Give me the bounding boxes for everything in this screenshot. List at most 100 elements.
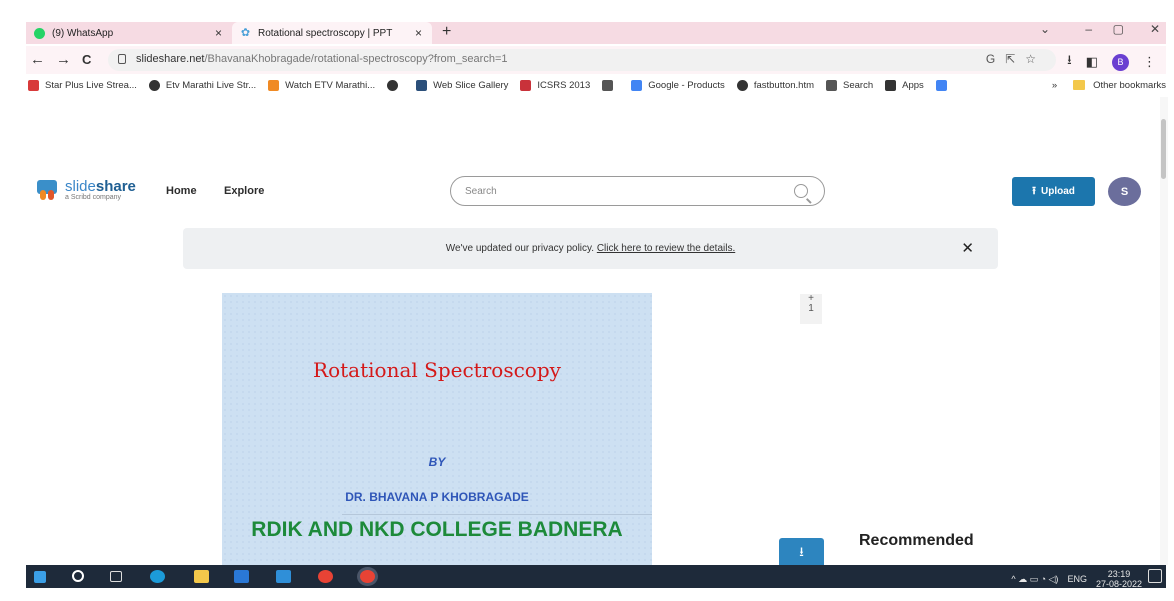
- file-explorer-icon[interactable]: [194, 570, 209, 583]
- bookmarks-bar: Star Plus Live Strea... Etv Marathi Live …: [26, 75, 1166, 95]
- logo-subtitle: a Scribd company: [65, 194, 122, 201]
- user-avatar[interactable]: S: [1108, 177, 1141, 206]
- bookmark-item[interactable]: Apps: [885, 79, 924, 91]
- task-view-icon[interactable]: [110, 571, 122, 582]
- share-icon[interactable]: ⇱: [1005, 52, 1025, 66]
- chrome-profile-icon[interactable]: [360, 570, 375, 583]
- close-banner-button[interactable]: ✕: [961, 239, 974, 257]
- bookmark-favicon-icon: [631, 79, 643, 91]
- bookmark-item[interactable]: Google - Products: [631, 79, 725, 91]
- bookmark-label: Web Slice Gallery: [433, 79, 509, 91]
- url-text: slideshare.net/BhavanaKhobragade/rotatio…: [136, 53, 508, 65]
- back-button[interactable]: ←: [30, 51, 45, 68]
- recommended-heading: Recommended: [859, 532, 974, 549]
- mail-icon[interactable]: [276, 570, 291, 583]
- nav-explore-link[interactable]: Explore: [224, 185, 264, 197]
- new-tab-button[interactable]: +: [442, 23, 451, 41]
- tab-search-chevron-icon[interactable]: ⌄: [1040, 22, 1050, 36]
- folder-icon: [1073, 80, 1086, 90]
- page-indicator[interactable]: + 1: [800, 294, 822, 324]
- upload-label: Upload: [1040, 186, 1075, 197]
- bookmark-favicon-icon: [416, 79, 428, 91]
- bookmark-item[interactable]: Star Plus Live Strea...: [28, 79, 137, 91]
- tray-icons[interactable]: ^ ☁ ▭ ◔ ◁): [1011, 574, 1058, 585]
- page-number: 1: [808, 303, 814, 314]
- tab-rotational-spectroscopy[interactable]: ✿ Rotational spectroscopy | PPT ×: [232, 22, 432, 44]
- search-input[interactable]: [465, 184, 765, 199]
- bookmark-label: Watch ETV Marathi...: [285, 79, 376, 91]
- slideshare-logo[interactable]: slideshare a Scribd company: [36, 178, 136, 202]
- tab-close-button[interactable]: ×: [415, 26, 422, 40]
- system-tray: ^ ☁ ▭ ◔ ◁) ENG 23:19 27-08-2022: [1011, 569, 1142, 589]
- bookmark-item[interactable]: [602, 79, 619, 91]
- bookmark-item[interactable]: Search: [826, 79, 873, 91]
- tab-label: Rotational spectroscopy | PPT: [258, 27, 393, 39]
- download-icon: ⭳: [799, 544, 804, 559]
- language-indicator[interactable]: ENG: [1067, 574, 1087, 584]
- nav-home-link[interactable]: Home: [166, 185, 197, 197]
- bookmarks-right: » Other bookmarks: [1052, 75, 1166, 95]
- bookmark-item[interactable]: ICSRS 2013: [520, 79, 591, 91]
- privacy-review-link[interactable]: Click here to review the details.: [597, 243, 735, 254]
- bookmark-item[interactable]: [387, 79, 404, 91]
- bookmarks-overflow-icon[interactable]: »: [1052, 80, 1057, 91]
- bookmark-list: Star Plus Live Strea... Etv Marathi Live …: [26, 79, 965, 91]
- bookmark-label: Star Plus Live Strea...: [45, 79, 137, 91]
- store-icon[interactable]: [234, 570, 249, 583]
- upload-button[interactable]: ⭱ Upload: [1012, 177, 1095, 206]
- clock[interactable]: 23:19 27-08-2022: [1096, 569, 1142, 589]
- bookmark-label: Etv Marathi Live Str...: [165, 79, 257, 91]
- bookmark-favicon-icon: [28, 79, 39, 91]
- whatsapp-icon: [34, 27, 45, 39]
- downloads-icon[interactable]: ⭳: [1067, 51, 1072, 73]
- toolbar-right: ⭳ ◧ B ⋮: [1067, 51, 1156, 73]
- restore-button[interactable]: ▢: [1113, 22, 1124, 36]
- close-window-button[interactable]: ✕: [1150, 22, 1160, 36]
- menu-kebab-icon[interactable]: ⋮: [1143, 54, 1156, 70]
- bookmark-label: ICSRS 2013: [537, 79, 591, 91]
- page-scrollbar[interactable]: [1160, 97, 1168, 565]
- other-bookmarks[interactable]: Other bookmarks: [1093, 80, 1166, 91]
- minimize-button[interactable]: –: [1085, 22, 1092, 36]
- profile-avatar[interactable]: B: [1112, 53, 1129, 71]
- omnibox-actions: G⇱☆: [986, 52, 1046, 66]
- bookmark-item[interactable]: fastbutton.htm: [736, 79, 815, 91]
- edge-icon[interactable]: [150, 570, 165, 583]
- url-host: slideshare.net: [136, 53, 205, 65]
- tab-whatsapp[interactable]: (9) WhatsApp ×: [26, 22, 232, 44]
- slide-divider: [342, 514, 652, 515]
- bookmark-favicon-icon: [885, 79, 897, 91]
- google-icon[interactable]: G: [986, 52, 1005, 66]
- forward-button[interactable]: →: [56, 51, 71, 68]
- privacy-message: We've updated our privacy policy. Click …: [445, 243, 736, 254]
- upload-icon: ⭱: [1032, 185, 1036, 197]
- bookmark-favicon-icon: [935, 79, 947, 91]
- bookmark-favicon-icon: [736, 79, 748, 91]
- notification-icon[interactable]: [1148, 569, 1162, 583]
- bookmark-item[interactable]: Web Slice Gallery: [416, 79, 509, 91]
- bookmark-item[interactable]: Etv Marathi Live Str...: [148, 79, 257, 91]
- download-button[interactable]: ⭳: [779, 538, 824, 566]
- slide-viewer[interactable]: Rotational Spectroscopy BY DR. BHAVANA P…: [222, 293, 652, 565]
- address-bar[interactable]: slideshare.net/BhavanaKhobragade/rotatio…: [108, 49, 1056, 71]
- bookmark-favicon-icon: [268, 79, 280, 91]
- bookmark-star-icon[interactable]: ☆: [1025, 52, 1046, 66]
- browser-toolbar: ← → C slideshare.net/BhavanaKhobragade/r…: [26, 46, 1166, 74]
- bookmark-favicon-icon: [148, 79, 160, 91]
- search-taskbar-icon[interactable]: [72, 570, 84, 582]
- scrollbar-thumb[interactable]: [1161, 119, 1166, 179]
- reload-button[interactable]: C: [82, 52, 91, 67]
- bookmark-item[interactable]: [935, 79, 953, 91]
- bookmark-favicon-icon: [387, 79, 399, 91]
- bookmark-item[interactable]: Watch ETV Marathi...: [268, 79, 376, 91]
- bookmark-label: fastbutton.htm: [753, 79, 815, 91]
- windows-start-icon[interactable]: [34, 571, 46, 583]
- chrome-icon[interactable]: [318, 570, 333, 583]
- search-icon[interactable]: [794, 184, 808, 198]
- side-panel-icon[interactable]: ◧: [1086, 54, 1098, 70]
- slideshare-icon: ✿: [240, 26, 251, 39]
- tab-close-button[interactable]: ×: [215, 26, 222, 40]
- logo-wordmark: slideshare: [65, 178, 136, 195]
- tab-label: (9) WhatsApp: [52, 27, 114, 39]
- slideshare-logo-icon: [36, 178, 60, 202]
